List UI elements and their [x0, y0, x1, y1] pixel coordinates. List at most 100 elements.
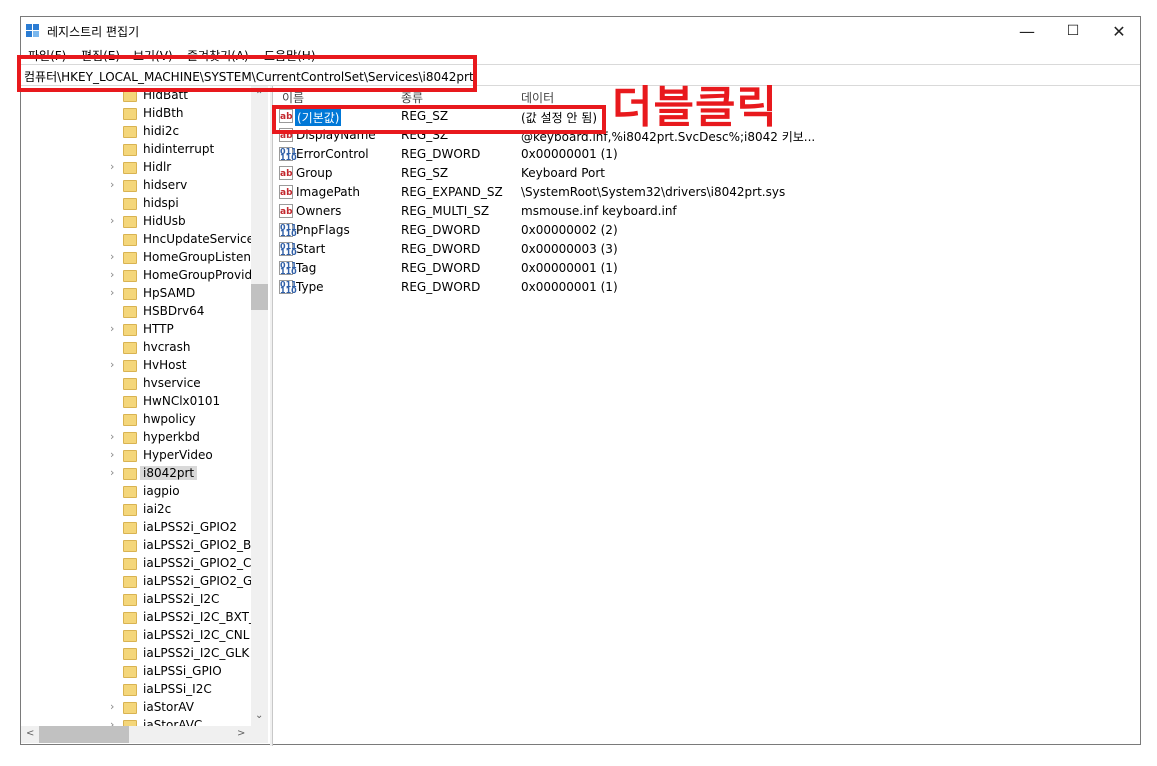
value-row[interactable]: 011 110 ErrorControl REG_DWORD 0x00000001 (… [273, 145, 873, 164]
tree-item[interactable]: iaLPSSi_GPIO [21, 663, 270, 681]
value-data: \SystemRoot\System32\drivers\i8042prt.sy… [521, 185, 786, 199]
value-row[interactable]: 011 110 PnpFlags REG_DWORD 0x00000002 (2) [273, 221, 873, 240]
tree-item[interactable]: iaLPSS2i_GPIO2_CN [21, 555, 270, 573]
folder-icon [123, 180, 137, 192]
tree-item[interactable]: › HpSAMD [21, 285, 270, 303]
tree-item[interactable]: iaLPSS2i_GPIO2_GLI [21, 573, 270, 591]
folder-icon [123, 450, 137, 462]
tree-item-label: iai2c [143, 502, 172, 516]
folder-icon [123, 522, 137, 534]
tree-item[interactable]: hidspi [21, 195, 270, 213]
value-row[interactable]: ab ImagePath REG_EXPAND_SZ \SystemRoot\Syst… [273, 183, 873, 202]
expand-chevron-icon[interactable]: › [110, 322, 114, 335]
tree-item[interactable]: iai2c [21, 501, 270, 519]
tree-item[interactable]: › i8042prt [21, 465, 270, 483]
tree-item[interactable]: › HyperVideo [21, 447, 270, 465]
column-header-data[interactable]: 데이터 [521, 89, 554, 106]
value-name: ImagePath [296, 185, 360, 199]
value-name: Start [296, 242, 326, 256]
tree-item[interactable]: hvcrash [21, 339, 270, 357]
expand-chevron-icon[interactable]: › [110, 718, 114, 726]
value-row[interactable]: ab Owners REG_MULTI_SZ msmouse.inf keyboard… [273, 202, 873, 221]
tree-item[interactable]: › hidserv [21, 177, 270, 195]
scroll-right-icon[interactable]: > [237, 728, 245, 739]
folder-icon [123, 432, 137, 444]
tree-item-label: hwpolicy [143, 412, 196, 426]
folder-icon [123, 612, 137, 624]
tree-item-label: hvcrash [143, 340, 191, 354]
folder-icon [123, 234, 137, 246]
tree-vertical-scrollbar[interactable]: ⌃ ⌄ [251, 86, 268, 726]
expand-chevron-icon[interactable]: › [110, 700, 114, 713]
tree-item[interactable]: iaLPSS2i_GPIO2_BXT [21, 537, 270, 555]
expand-chevron-icon[interactable]: › [110, 430, 114, 443]
expand-chevron-icon[interactable]: › [110, 358, 114, 371]
tree-item[interactable]: hidinterrupt [21, 141, 270, 159]
tree-horizontal-scrollbar[interactable]: < > [21, 726, 268, 743]
tree-item-label: HomeGroupProvide [143, 268, 260, 282]
tree-item-label: hvservice [143, 376, 201, 390]
tree-item[interactable]: hwpolicy [21, 411, 270, 429]
scroll-left-icon[interactable]: < [26, 728, 34, 739]
expand-chevron-icon[interactable]: › [110, 286, 114, 299]
tree-item[interactable]: HSBDrv64 [21, 303, 270, 321]
key-tree-pane[interactable]: HidBatt HidBth hidi2c hidinterrupt › Hidlr › hi… [21, 86, 270, 726]
value-type: REG_DWORD [401, 223, 481, 237]
tree-item[interactable]: HwNClx0101 [21, 393, 270, 411]
tree-vertical-scroll-thumb[interactable] [251, 284, 268, 310]
title-bar[interactable]: 레지스트리 편집기 — ☐ ✕ [21, 17, 1140, 45]
expand-chevron-icon[interactable]: › [110, 268, 114, 281]
tree-item[interactable]: hvservice [21, 375, 270, 393]
tree-item-label: HncUpdateService_I [143, 232, 264, 246]
expand-chevron-icon[interactable]: › [110, 160, 114, 173]
value-row[interactable]: 011 110 Type REG_DWORD 0x00000001 (1) [273, 278, 873, 297]
tree-item[interactable]: iagpio [21, 483, 270, 501]
expand-chevron-icon[interactable]: › [110, 466, 114, 479]
tree-item[interactable]: HncUpdateService_I [21, 231, 270, 249]
tree-item-label: iaLPSS2i_I2C [143, 592, 220, 606]
expand-chevron-icon[interactable]: › [110, 178, 114, 191]
tree-item[interactable]: iaLPSS2i_I2C_BXT_P [21, 609, 270, 627]
folder-icon [123, 396, 137, 408]
folder-icon [123, 324, 137, 336]
tree-item[interactable]: iaLPSS2i_I2C_GLK [21, 645, 270, 663]
tree-item[interactable]: iaLPSS2i_I2C [21, 591, 270, 609]
values-list-pane[interactable]: 이름 종류 데이터 ab (기본값) REG_SZ (값 설정 안 됨) ab Displ… [273, 86, 1141, 746]
tree-item-label: iaLPSS2i_GPIO2_GLI [143, 574, 263, 588]
maximize-button[interactable]: ☐ [1050, 17, 1096, 45]
tree-item[interactable]: › HomeGroupListener [21, 249, 270, 267]
tree-item[interactable]: › HTTP [21, 321, 270, 339]
expand-chevron-icon[interactable]: › [110, 250, 114, 263]
value-name: Type [296, 280, 324, 294]
tree-item-label: HomeGroupListener [143, 250, 264, 264]
expand-chevron-icon[interactable]: › [110, 448, 114, 461]
tree-item[interactable]: › iaStorAVC [21, 717, 270, 726]
tree-item[interactable]: › HvHost [21, 357, 270, 375]
close-button[interactable]: ✕ [1096, 17, 1142, 45]
tree-item-label: iaLPSS2i_GPIO2_BXT [143, 538, 267, 552]
tree-item[interactable]: iaLPSS2i_GPIO2 [21, 519, 270, 537]
tree-item-label: HwNClx0101 [143, 394, 221, 408]
tree-item[interactable]: › hyperkbd [21, 429, 270, 447]
folder-icon [123, 378, 137, 390]
minimize-button[interactable]: — [1004, 17, 1050, 45]
tree-item[interactable]: hidi2c [21, 123, 270, 141]
tree-horizontal-scroll-thumb[interactable] [39, 726, 129, 743]
scroll-down-icon[interactable]: ⌄ [255, 710, 263, 721]
tree-item[interactable]: › HidUsb [21, 213, 270, 231]
tree-item[interactable]: HidBth [21, 105, 270, 123]
value-row[interactable]: 011 110 Start REG_DWORD 0x00000003 (3) [273, 240, 873, 259]
tree-item[interactable]: › HomeGroupProvide [21, 267, 270, 285]
tree-item[interactable]: › Hidlr [21, 159, 270, 177]
value-row[interactable]: 011 110 Tag REG_DWORD 0x00000001 (1) [273, 259, 873, 278]
value-name: Tag [296, 261, 317, 275]
tree-item[interactable]: › iaStorAV [21, 699, 270, 717]
tree-item[interactable]: iaLPSSi_I2C [21, 681, 270, 699]
string-value-icon: ab [279, 204, 293, 218]
tree-item[interactable]: iaLPSS2i_I2C_CNL [21, 627, 270, 645]
value-type: REG_DWORD [401, 147, 481, 161]
value-name: PnpFlags [296, 223, 350, 237]
value-row[interactable]: ab Group REG_SZ Keyboard Port [273, 164, 873, 183]
folder-icon [123, 216, 137, 228]
expand-chevron-icon[interactable]: › [110, 214, 114, 227]
